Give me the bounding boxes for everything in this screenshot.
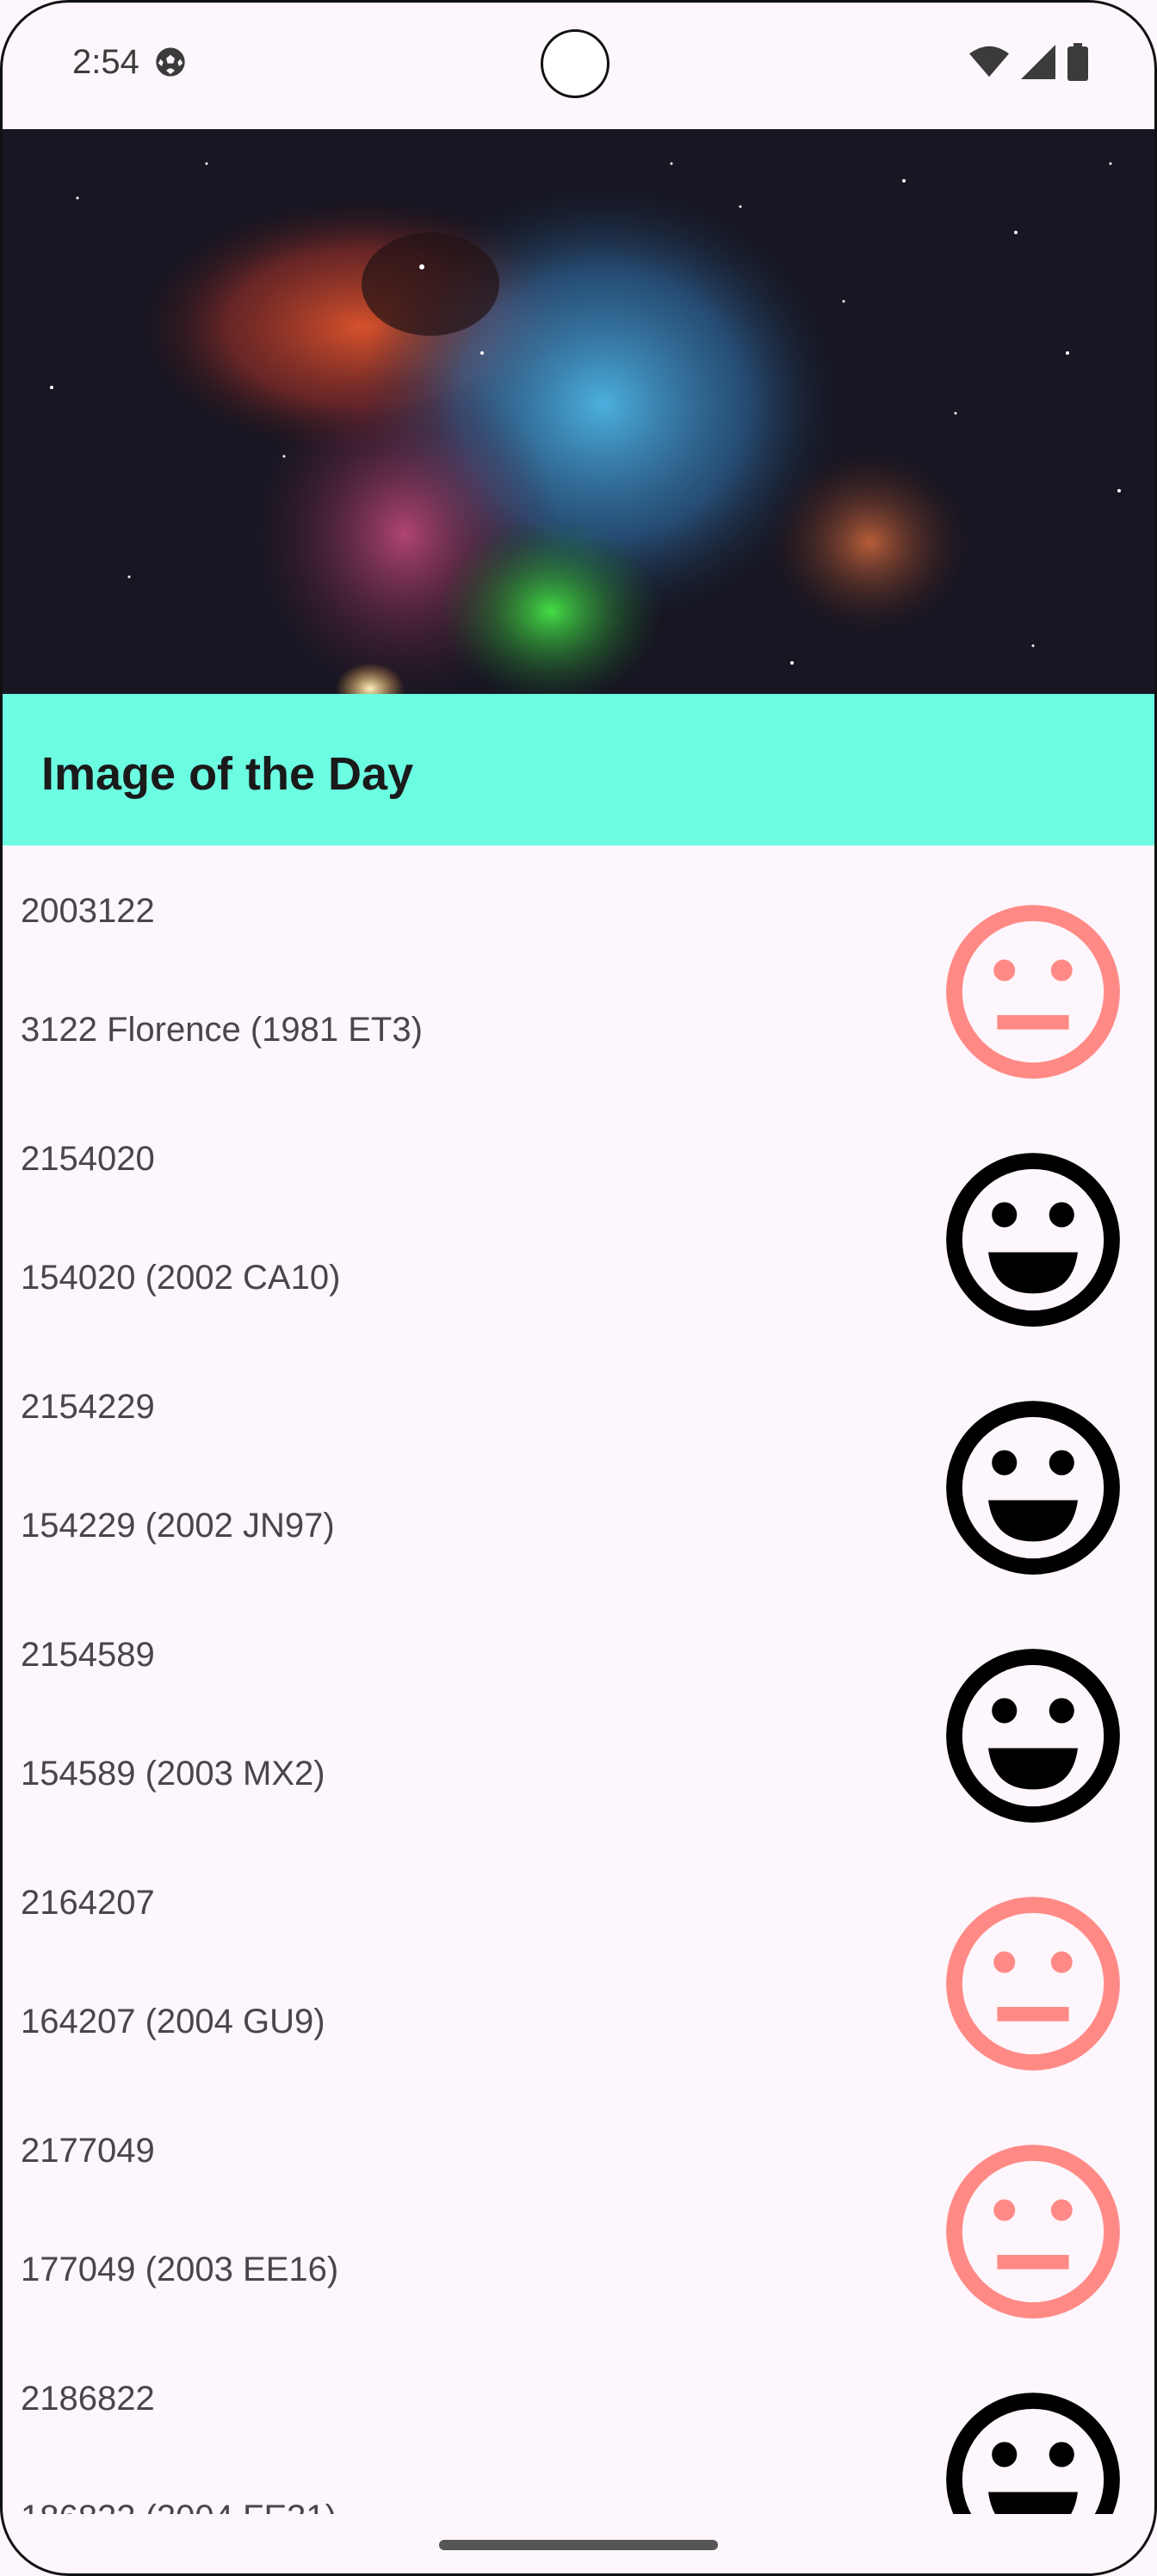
asteroid-id: 2186822 bbox=[21, 2380, 155, 2418]
asteroid-list[interactable]: 2003122 3122 Florence (1981 ET3) 2154020… bbox=[0, 845, 1157, 2514]
asteroid-name: 177049 (2003 EE16) bbox=[21, 2251, 339, 2288]
status-time: 2:54 bbox=[72, 43, 139, 81]
asteroid-name: 154589 (2003 MX2) bbox=[21, 1755, 325, 1793]
asteroid-id: 2154589 bbox=[21, 1636, 155, 1674]
happy-face-icon bbox=[946, 1401, 1120, 1575]
happy-face-icon bbox=[946, 1153, 1120, 1327]
home-indicator[interactable] bbox=[439, 2540, 718, 2550]
asteroid-id: 2154229 bbox=[21, 1388, 155, 1426]
wifi-icon bbox=[969, 46, 1009, 77]
page-title: Image of the Day bbox=[41, 748, 414, 800]
list-item[interactable]: 2164207 164207 (2004 GU9) bbox=[0, 1837, 1157, 2085]
asteroid-name: 3122 Florence (1981 ET3) bbox=[21, 1011, 423, 1049]
list-item[interactable]: 2177049 177049 (2003 EE16) bbox=[0, 2085, 1157, 2333]
soccer-ball-icon bbox=[156, 47, 185, 77]
cellular-signal-icon bbox=[1021, 45, 1055, 79]
status-bar: 2:54 bbox=[0, 0, 1157, 129]
happy-face-icon bbox=[946, 1649, 1120, 1823]
asteroid-name: 186822 (2004 FE31) bbox=[21, 2499, 337, 2514]
list-item[interactable]: 2154229 154229 (2002 JN97) bbox=[0, 1341, 1157, 1589]
front-camera bbox=[541, 29, 609, 98]
happy-face-icon bbox=[946, 2393, 1120, 2514]
list-item[interactable]: 2186822 186822 (2004 FE31) bbox=[0, 2333, 1157, 2514]
list-item[interactable]: 2154020 154020 (2002 CA10) bbox=[0, 1093, 1157, 1341]
status-icons bbox=[969, 43, 1088, 81]
asteroid-id: 2164207 bbox=[21, 1884, 155, 1922]
neutral-face-icon bbox=[946, 905, 1120, 1079]
neutral-face-icon bbox=[946, 2145, 1120, 2319]
asteroid-id: 2003122 bbox=[21, 892, 155, 930]
battery-icon bbox=[1067, 43, 1088, 81]
neutral-face-icon bbox=[946, 1897, 1120, 2071]
asteroid-name: 154229 (2002 JN97) bbox=[21, 1507, 335, 1545]
nebula-image bbox=[0, 129, 1157, 694]
list-item[interactable]: 2154589 154589 (2003 MX2) bbox=[0, 1589, 1157, 1837]
asteroid-name: 154020 (2002 CA10) bbox=[21, 1259, 341, 1297]
asteroid-name: 164207 (2004 GU9) bbox=[21, 2003, 325, 2040]
title-bar: Image of the Day bbox=[0, 694, 1157, 845]
list-item[interactable]: 2003122 3122 Florence (1981 ET3) bbox=[0, 845, 1157, 1093]
asteroid-id: 2154020 bbox=[21, 1140, 155, 1178]
asteroid-id: 2177049 bbox=[21, 2132, 155, 2170]
